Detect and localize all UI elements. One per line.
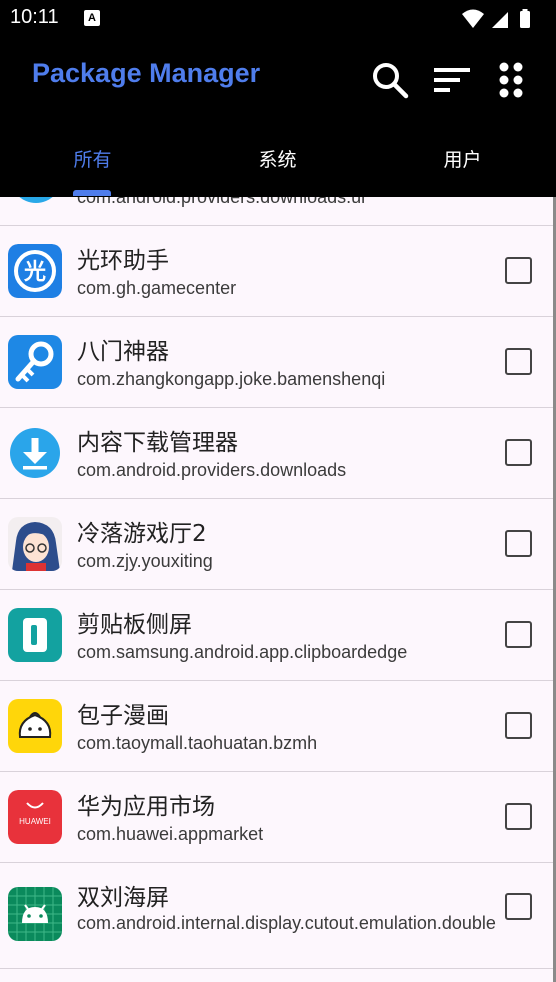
- wifi-icon: [462, 9, 484, 28]
- app-package: com.android.internal.display.cutout.emul…: [77, 913, 496, 933]
- search-icon[interactable]: [370, 60, 410, 100]
- app-name: 华为应用市场: [77, 794, 215, 820]
- baozi-icon: [8, 699, 62, 753]
- app-package: com.zjy.youxiting: [77, 551, 213, 571]
- list-item[interactable]: HUAWEI 华为应用市场 com.huawei.appmarket: [0, 772, 553, 863]
- svg-text:HUAWEI: HUAWEI: [19, 817, 51, 826]
- select-checkbox[interactable]: [505, 893, 532, 920]
- select-checkbox[interactable]: [505, 348, 532, 375]
- select-checkbox[interactable]: [505, 439, 532, 466]
- app-name: 光环助手: [77, 248, 169, 274]
- app-package: com.gh.gamecenter: [77, 278, 237, 298]
- list-item[interactable]: 光 光环助手 com.gh.gamecenter: [0, 226, 553, 317]
- list-item[interactable]: 八门神器 com.zhangkongapp.joke.bamenshenqi: [0, 317, 553, 408]
- android-icon: [8, 887, 62, 941]
- status-icons: [462, 9, 530, 28]
- app-package: com.android.providers.downloads.ui: [77, 197, 366, 207]
- sort-icon[interactable]: [432, 60, 472, 100]
- app-package: com.taoymall.taohuatan.bzmh: [77, 733, 318, 753]
- app-name: 包子漫画: [77, 703, 169, 729]
- app-list[interactable]: com.android.providers.downloads.ui 光 光环助…: [0, 197, 553, 982]
- select-checkbox[interactable]: [505, 712, 532, 739]
- tab-bar: 所有 系统 用户: [0, 130, 556, 197]
- huawei-appgallery-icon: HUAWEI: [8, 790, 62, 844]
- guanghuan-icon: 光: [8, 244, 62, 298]
- list-item-partial[interactable]: com.android.providers.downloads.ui: [0, 197, 553, 226]
- app-package: com.samsung.android.app.clipboardedge: [77, 642, 408, 662]
- select-checkbox[interactable]: [505, 530, 532, 557]
- more-icon[interactable]: [493, 60, 533, 100]
- select-checkbox[interactable]: [505, 621, 532, 648]
- key-icon: [8, 335, 62, 389]
- app-name: 双刘海屏: [77, 885, 169, 911]
- app-package: com.zhangkongapp.joke.bamenshenqi: [77, 369, 386, 389]
- app-name: 八门神器: [77, 339, 169, 365]
- select-checkbox[interactable]: [505, 803, 532, 830]
- select-checkbox[interactable]: [505, 257, 532, 284]
- battery-icon: [520, 11, 530, 28]
- status-bar: 10:11 A: [0, 0, 556, 38]
- tab-user[interactable]: 用户: [370, 130, 555, 197]
- list-item[interactable]: 冷落游戏厅2 com.zjy.youxiting: [0, 499, 553, 590]
- status-time: 10:11: [10, 6, 59, 28]
- app-name: 内容下载管理器: [77, 430, 238, 456]
- app-package: com.huawei.appmarket: [77, 824, 264, 844]
- list-item[interactable]: 双刘海屏 com.android.internal.display.cutout…: [0, 863, 553, 969]
- app-package: com.android.providers.downloads: [77, 460, 347, 480]
- anime-avatar-icon: [8, 517, 62, 571]
- signal-icon: [492, 12, 508, 28]
- app-title: Package Manager: [32, 58, 261, 88]
- app-name: 剪贴板侧屏: [77, 612, 192, 638]
- download-icon: [10, 428, 60, 478]
- list-item[interactable]: 包子漫画 com.taoymall.taohuatan.bzmh: [0, 681, 553, 772]
- tab-all[interactable]: 所有: [0, 130, 185, 197]
- downloads-ui-icon: [10, 197, 62, 203]
- clipboard-edge-icon: [8, 608, 62, 662]
- svg-text:光: 光: [23, 260, 46, 285]
- tab-system[interactable]: 系统: [185, 130, 370, 197]
- list-item[interactable]: 剪贴板侧屏 com.samsung.android.app.clipboarde…: [0, 590, 553, 681]
- list-item[interactable]: 内容下载管理器 com.android.providers.downloads: [0, 408, 553, 499]
- notification-a-icon: A: [84, 10, 100, 26]
- tab-indicator: [73, 190, 111, 196]
- app-bar: Package Manager: [0, 38, 556, 130]
- app-name: 冷落游戏厅2: [77, 521, 207, 547]
